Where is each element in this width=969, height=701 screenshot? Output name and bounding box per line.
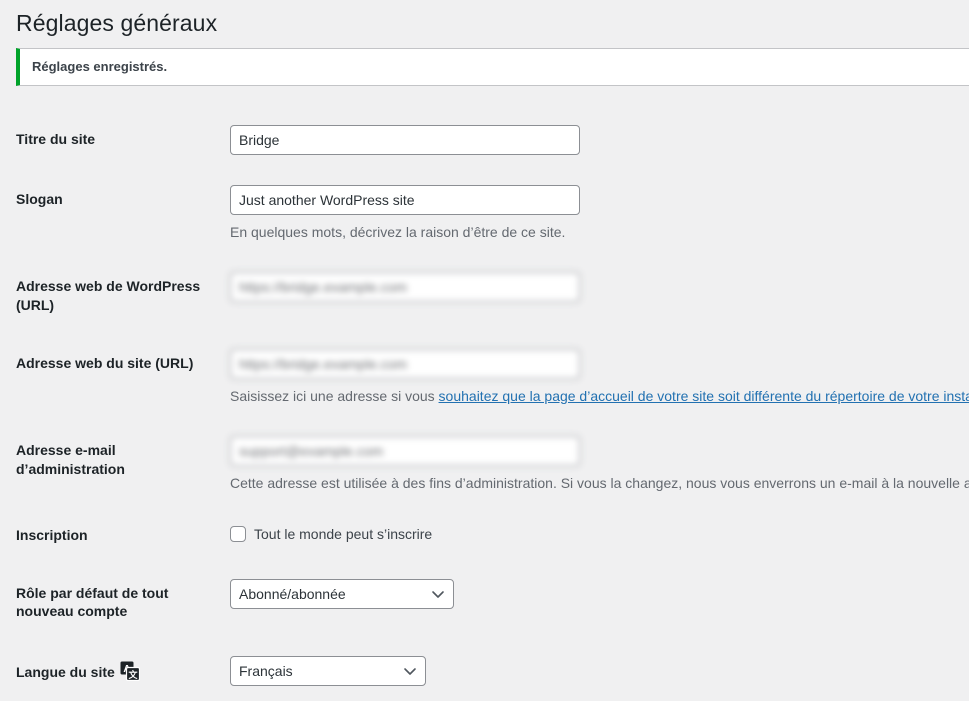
label-site-title: Titre du site — [16, 130, 96, 147]
tagline-input-wrap — [230, 184, 580, 215]
translation-icon: A 文 — [120, 661, 140, 681]
label-tagline: Slogan — [16, 190, 63, 207]
settings-saved-notice: Réglages enregistrés. — [16, 47, 969, 86]
site-language-select[interactable]: Français — [230, 655, 426, 686]
label-default-role: Rôle par défaut de tout nouveau compte — [16, 585, 169, 620]
site-title-input-wrap — [230, 124, 580, 155]
tagline-input[interactable] — [230, 184, 580, 215]
row-default-role: Rôle par défaut de tout nouveau compte A… — [0, 564, 969, 640]
site-title-input[interactable] — [230, 124, 580, 155]
site-url-description: Saisissez ici une adresse si vous souhai… — [230, 387, 969, 407]
page-title: Réglages généraux — [16, 10, 218, 36]
membership-checkbox[interactable] — [230, 526, 246, 543]
wordpress-url-input-wrap — [230, 272, 580, 303]
label-membership: Inscription — [16, 527, 88, 544]
membership-checkbox-row[interactable]: Tout le monde peut s’inscrire — [230, 524, 969, 543]
row-membership: Inscription Tout le monde peut s’inscrir… — [0, 509, 969, 564]
notice-message: Réglages enregistrés. — [32, 59, 168, 75]
row-site-url: Adresse web du site (URL) Saisissez ici … — [0, 334, 969, 422]
site-url-input-wrap — [230, 348, 580, 379]
row-admin-email: Adresse e-mail d’administration Cette ad… — [0, 421, 969, 509]
row-site-title: Titre du site — [0, 110, 969, 170]
default-role-select-wrap: Abonné/abonnée — [230, 579, 454, 610]
label-site-url: Adresse web du site (URL) — [16, 354, 194, 371]
wordpress-url-input[interactable] — [230, 272, 580, 303]
membership-checkbox-label: Tout le monde peut s’inscrire — [254, 526, 433, 543]
settings-page: Réglages généraux Réglages enregistrés. … — [0, 0, 969, 692]
label-admin-email: Adresse e-mail d’administration — [16, 442, 125, 477]
site-url-input[interactable] — [230, 348, 580, 379]
row-tagline: Slogan En quelques mots, décrivez la rai… — [0, 170, 969, 258]
admin-email-input-wrap — [230, 436, 580, 467]
row-wordpress-url: Adresse web de WordPress (URL) — [0, 257, 969, 333]
admin-email-input[interactable] — [230, 436, 580, 467]
site-url-description-text: Saisissez ici une adresse si vous — [230, 387, 439, 404]
default-role-select[interactable]: Abonné/abonnée — [230, 579, 454, 610]
site-language-select-wrap: Français — [230, 655, 426, 686]
svg-text:文: 文 — [127, 669, 138, 680]
general-settings-form: Titre du site Slogan En quelques mots, d… — [0, 110, 969, 701]
site-url-description-link[interactable]: souhaitez que la page d’accueil de votre… — [439, 388, 969, 404]
admin-email-description: Cette adresse est utilisée à des fins d’… — [230, 475, 969, 492]
site-language-label-text: Langue du site — [16, 663, 115, 680]
tagline-description: En quelques mots, décrivez la raison d’ê… — [230, 223, 566, 240]
label-wordpress-url: Adresse web de WordPress (URL) — [16, 278, 201, 313]
